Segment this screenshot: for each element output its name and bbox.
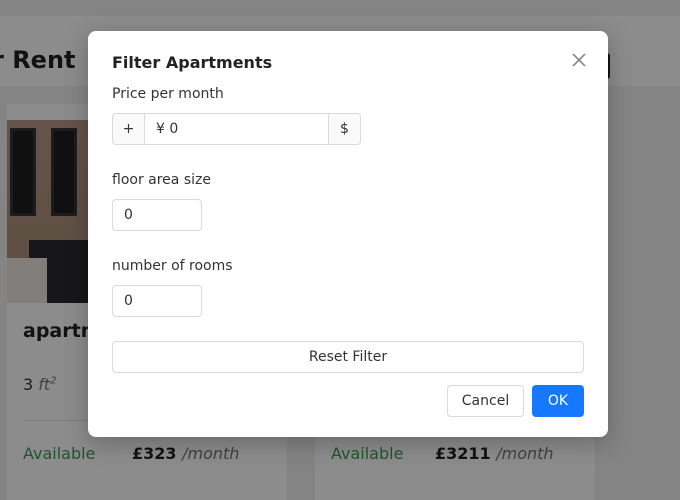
ok-button[interactable]: OK — [532, 385, 584, 417]
reset-filter-button[interactable]: Reset Filter — [112, 341, 584, 373]
filter-modal: Filter Apartments Price per month + ¥ 0 … — [88, 31, 608, 437]
modal-title: Filter Apartments — [112, 53, 273, 72]
currency-addon[interactable]: $ — [328, 114, 360, 144]
price-input[interactable]: ¥ 0 — [145, 114, 328, 144]
area-input[interactable]: 0 — [112, 199, 202, 231]
area-label: floor area size — [112, 172, 211, 188]
close-button[interactable] — [568, 49, 590, 71]
rooms-label: number of rooms — [112, 258, 233, 274]
close-icon — [572, 53, 586, 67]
cancel-button[interactable]: Cancel — [447, 385, 524, 417]
price-input-group: + ¥ 0 $ — [112, 113, 361, 145]
price-label: Price per month — [112, 86, 224, 102]
rooms-input[interactable]: 0 — [112, 285, 202, 317]
price-prefix-addon[interactable]: + — [113, 114, 145, 144]
